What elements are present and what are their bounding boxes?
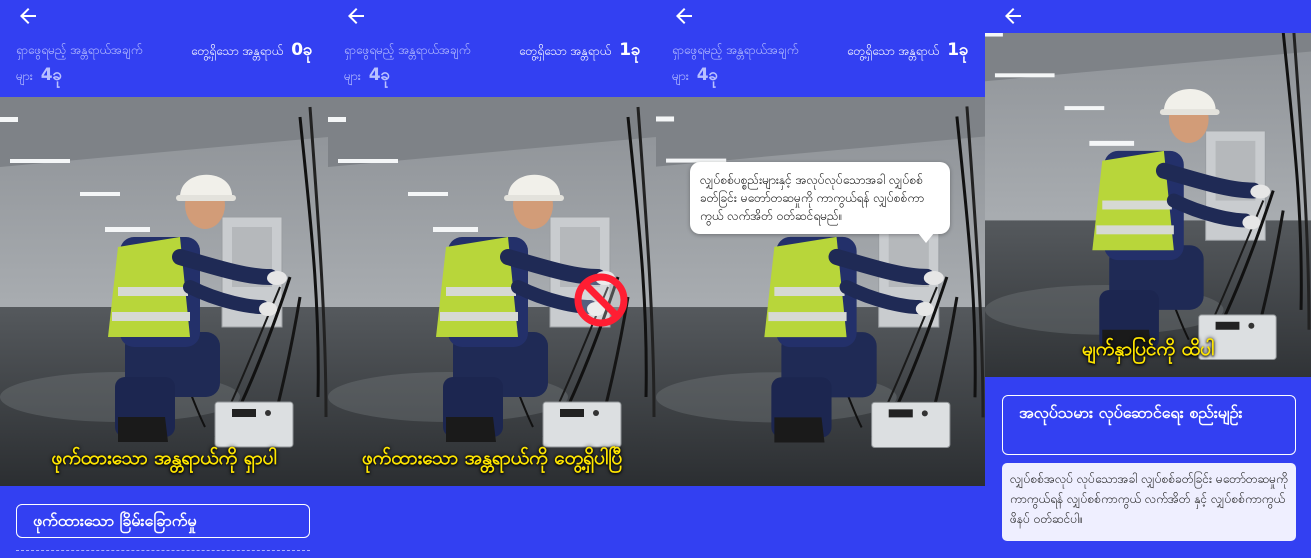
hazards-found-count: 1ခု <box>619 40 641 60</box>
panel-explanation: ရှာဖွေရမည့် အန္တရာယ်အချက် များ 4ခု တွေ့ရှ… <box>656 0 985 558</box>
hidden-threat-button[interactable]: ဖုက်ထားသော ခြိမ်းခြောက်မှု <box>16 504 310 538</box>
panel-found: ရှာဖွေရမည့် အန္တရာယ်အချက် များ 4ခု တွေ့ရှ… <box>328 0 656 558</box>
back-arrow-icon[interactable] <box>672 4 696 28</box>
hazard-stats: ရှာဖွေရမည့် အန္တရာယ်အချက် များ 4ခု တွေ့ရှ… <box>672 38 977 88</box>
hazards-found: တွေ့ရှိသော အန္တရာယ် 0ခု <box>191 38 328 64</box>
scene-caption: မျက်နှာပြင်ကို ထိပါ <box>1081 338 1215 360</box>
hazards-found: တွေ့ရှိသော အန္တရာယ် 1ခု <box>519 38 656 64</box>
back-arrow-icon[interactable] <box>344 4 368 28</box>
hazards-found-label: တွေ့ရှိသော အန္တရာယ် <box>191 44 284 58</box>
hazards-found-label: တွေ့ရှိသော အန္တရာယ် <box>519 44 612 58</box>
hazards-to-find-label: ရှာဖွေရမည့် အန္တရာယ်အချက် များ <box>16 43 143 83</box>
screen-filmstrip: ရှာဖွေရမည့် အန္တရာယ်အချက် များ 4ခု တွေ့ရှ… <box>0 0 1311 558</box>
scene-caption: ဖုက်ထားသော အန္တရာယ်ကို တွေ့ရှိပါပြီ <box>361 447 623 469</box>
hazards-to-find-label: ရှာဖွေရမည့် အန္တရာယ်အချက် များ <box>344 43 471 83</box>
hazards-to-find: ရှာဖွေရမည့် အန္တရာယ်အချက် များ 4ခု <box>16 38 176 89</box>
back-arrow-icon[interactable] <box>16 4 40 28</box>
worker-scene-image[interactable]: မျက်နှာပြင်ကို ထိပါ <box>985 33 1311 377</box>
hazards-found: တွေ့ရှိသော အန္တရာယ် 1ခု <box>847 38 985 64</box>
hazards-found-count: 1ခု <box>947 40 969 60</box>
worker-scene-image[interactable]: လျှပ်စစ်ပစ္စည်းများနှင့် အလုပ်လုပ်သောအခါ… <box>656 97 985 486</box>
panel-procedure: မျက်နှာပြင်ကို ထိပါ အလုပ်သမား လုပ်ဆောင်ရ… <box>985 0 1311 558</box>
hazards-to-find-count: 4ခု <box>696 65 719 85</box>
hazards-found-label: တွေ့ရှိသော အန္တရာယ် <box>847 44 940 58</box>
hazards-to-find-label: ရှာဖွေရမည့် အန္တရာယ်အချက် များ <box>672 43 799 83</box>
hazards-to-find-count: 4ခု <box>40 65 63 85</box>
worker-procedure-button[interactable]: အလုပ်သမား လုပ်ဆောင်ရေး စည်းမျဉ်း <box>1002 395 1296 455</box>
content-divider <box>16 550 310 554</box>
panel-search: ရှာဖွေရမည့် အန္တရာယ်အချက် များ 4ခု တွေ့ရှ… <box>0 0 328 558</box>
hazards-found-count: 0ခု <box>291 40 313 60</box>
prohibited-icon[interactable] <box>574 273 628 327</box>
hazard-stats: ရှာဖွေရမည့် အန္တရာယ်အချက် များ 4ခု တွေ့ရှ… <box>16 38 320 88</box>
hazard-stats: ရှာဖွေရမည့် အန္တရာယ်အချက် များ 4ခု တွေ့ရှ… <box>344 38 648 88</box>
hazard-explanation-bubble: လျှပ်စစ်ပစ္စည်းများနှင့် အလုပ်လုပ်သောအခါ… <box>690 162 950 243</box>
hazards-to-find: ရှာဖွေရမည့် အန္တရာယ်အချက် များ 4ခု <box>344 38 504 89</box>
scene-caption: ဖုက်ထားသော အန္တရာယ်ကို ရှာပါ <box>51 447 277 469</box>
back-arrow-icon[interactable] <box>1001 4 1025 28</box>
procedure-text: လျှပ်စစ်အလုပ် လုပ်သောအခါ လျှပ်စစ်ခတ်ခြင်… <box>1002 463 1296 541</box>
worker-scene-image[interactable]: ဖုက်ထားသော အန္တရာယ်ကို ရှာပါ <box>0 97 328 486</box>
hazards-to-find-count: 4ခု <box>368 65 391 85</box>
worker-scene-image[interactable]: ဖုက်ထားသော အန္တရာယ်ကို တွေ့ရှိပါပြီ <box>328 97 656 486</box>
hazards-to-find: ရှာဖွေရမည့် အန္တရာယ်အချက် များ 4ခု <box>672 38 832 89</box>
